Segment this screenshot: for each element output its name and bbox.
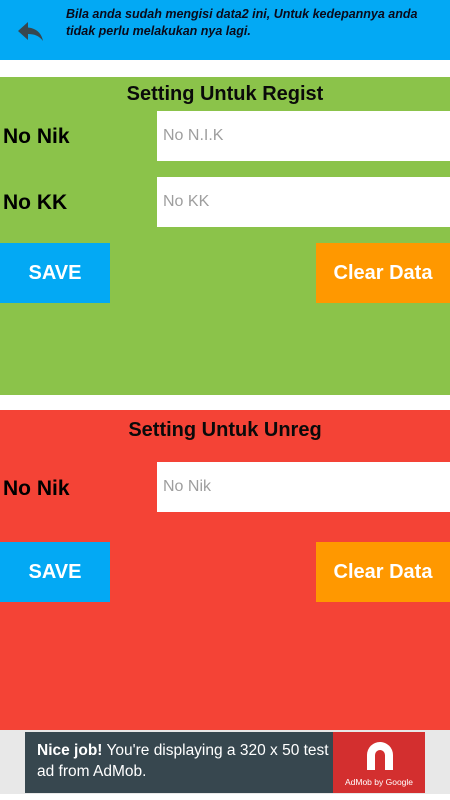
unreg-nik-input[interactable]: [157, 462, 450, 512]
back-button[interactable]: [16, 20, 46, 44]
regist-kk-input[interactable]: [157, 177, 450, 227]
ad-message: Nice job! You're displaying a 320 x 50 t…: [37, 740, 337, 782]
unreg-nik-label: No Nik: [3, 477, 70, 500]
info-message: Bila anda sudah mengisi data2 ini, Untuk…: [66, 7, 418, 38]
regist-clear-data-button[interactable]: Clear Data: [316, 243, 450, 303]
ad-headline: Nice job!: [37, 742, 103, 759]
unreg-clear-data-button[interactable]: Clear Data: [316, 542, 450, 602]
admob-logo-block: AdMob by Google: [333, 732, 425, 793]
unreg-section-title: Setting Untuk Unreg: [128, 419, 322, 441]
regist-kk-label: No KK: [3, 191, 68, 214]
app-screen: Bila anda sudah mengisi data2 ini, Untuk…: [0, 0, 450, 800]
admob-logo-icon: [367, 742, 393, 770]
admob-brand-text: AdMob by Google: [344, 777, 414, 787]
back-arrow-icon: [18, 22, 43, 41]
regist-nik-label: No Nik: [3, 125, 70, 148]
top-info-bar: Bila anda sudah mengisi data2 ini, Untuk…: [0, 0, 450, 60]
ad-banner[interactable]: Nice job! You're displaying a 320 x 50 t…: [25, 732, 425, 793]
unreg-save-button[interactable]: SAVE: [0, 542, 110, 602]
regist-settings-panel: Setting Untuk Regist No Nik No KK SAVE C…: [0, 77, 450, 395]
unreg-settings-panel: Setting Untuk Unreg No Nik SAVE Clear Da…: [0, 410, 450, 730]
regist-section-title: Setting Untuk Regist: [126, 83, 324, 105]
regist-save-button[interactable]: SAVE: [0, 243, 110, 303]
regist-nik-input[interactable]: [157, 111, 450, 161]
